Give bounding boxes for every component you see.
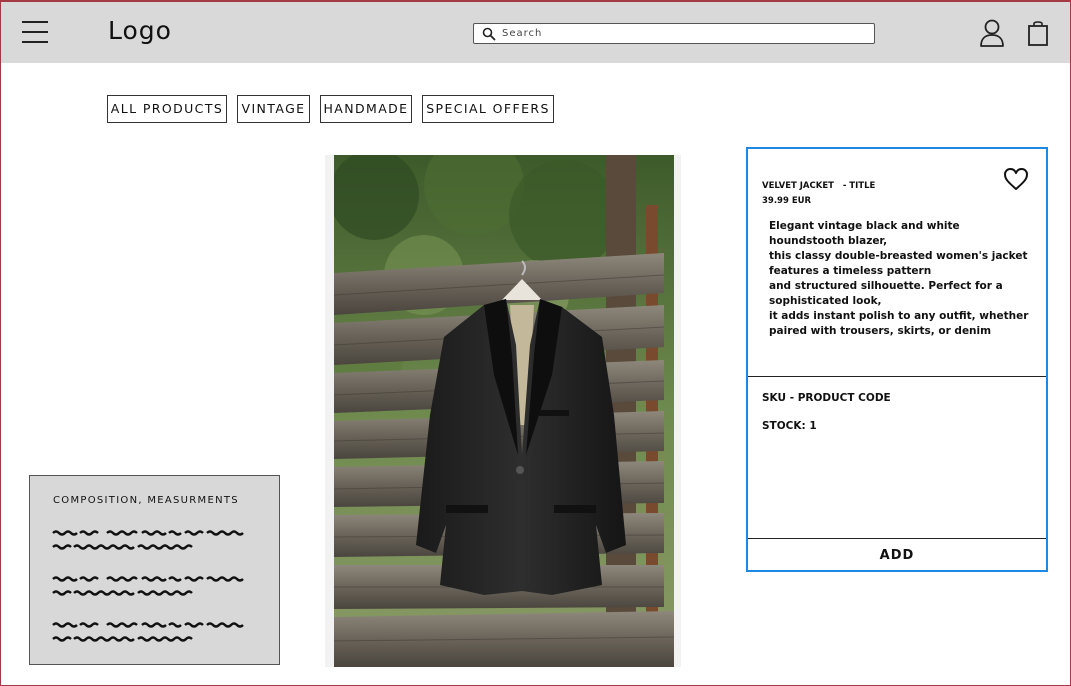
search-input[interactable] — [502, 25, 862, 42]
category-vintage[interactable]: VINTAGE — [237, 95, 310, 123]
placeholder-text-scribble — [52, 530, 244, 550]
jacket-photo-illustration — [334, 155, 674, 667]
category-special-offers[interactable]: SPECIAL OFFERS — [422, 95, 554, 123]
product-image[interactable] — [334, 155, 674, 667]
shopping-bag-icon[interactable] — [1027, 20, 1049, 46]
add-to-cart-button[interactable]: ADD — [748, 540, 1046, 570]
product-title: VELVET JACKET - TITLE — [762, 181, 876, 191]
product-description: Elegant vintage black and white houndsto… — [769, 219, 1037, 339]
product-sku: SKU - PRODUCT CODE — [762, 392, 891, 404]
product-details-card: VELVET JACKET - TITLE 39.99 EUR Elegant … — [746, 147, 1048, 572]
product-stock: STOCK: 1 — [762, 420, 817, 432]
logo[interactable]: Logo — [108, 16, 172, 45]
search-icon — [482, 27, 496, 41]
user-icon[interactable] — [979, 19, 1005, 47]
hamburger-menu-icon[interactable] — [22, 21, 50, 43]
composition-panel: COMPOSITION, MEASURMENTS — [29, 475, 280, 665]
top-navigation-bar: Logo — [1, 2, 1070, 63]
description-line: Elegant vintage black and white houndsto… — [769, 220, 960, 247]
composition-title: COMPOSITION, MEASURMENTS — [53, 495, 239, 506]
category-handmade[interactable]: HANDMADE — [320, 95, 412, 123]
search-bar[interactable] — [473, 23, 875, 44]
product-price: 39.99 EUR — [762, 196, 812, 206]
heart-icon[interactable] — [1003, 167, 1029, 191]
description-line: it adds instant polish to any outfit, wh… — [769, 310, 1029, 337]
placeholder-text-scribble — [52, 622, 244, 642]
product-page: Logo ALL PRODUCTS VINTAGE HANDMADE SPECI… — [0, 0, 1071, 686]
placeholder-text-scribble — [52, 576, 244, 596]
product-info-section: VELVET JACKET - TITLE 39.99 EUR Elegant … — [748, 149, 1046, 377]
description-line: this classy double-breasted women's jack… — [769, 250, 1028, 277]
description-line: and structured silhouette. Perfect for a… — [769, 280, 1003, 307]
category-all-products[interactable]: ALL PRODUCTS — [107, 95, 227, 123]
